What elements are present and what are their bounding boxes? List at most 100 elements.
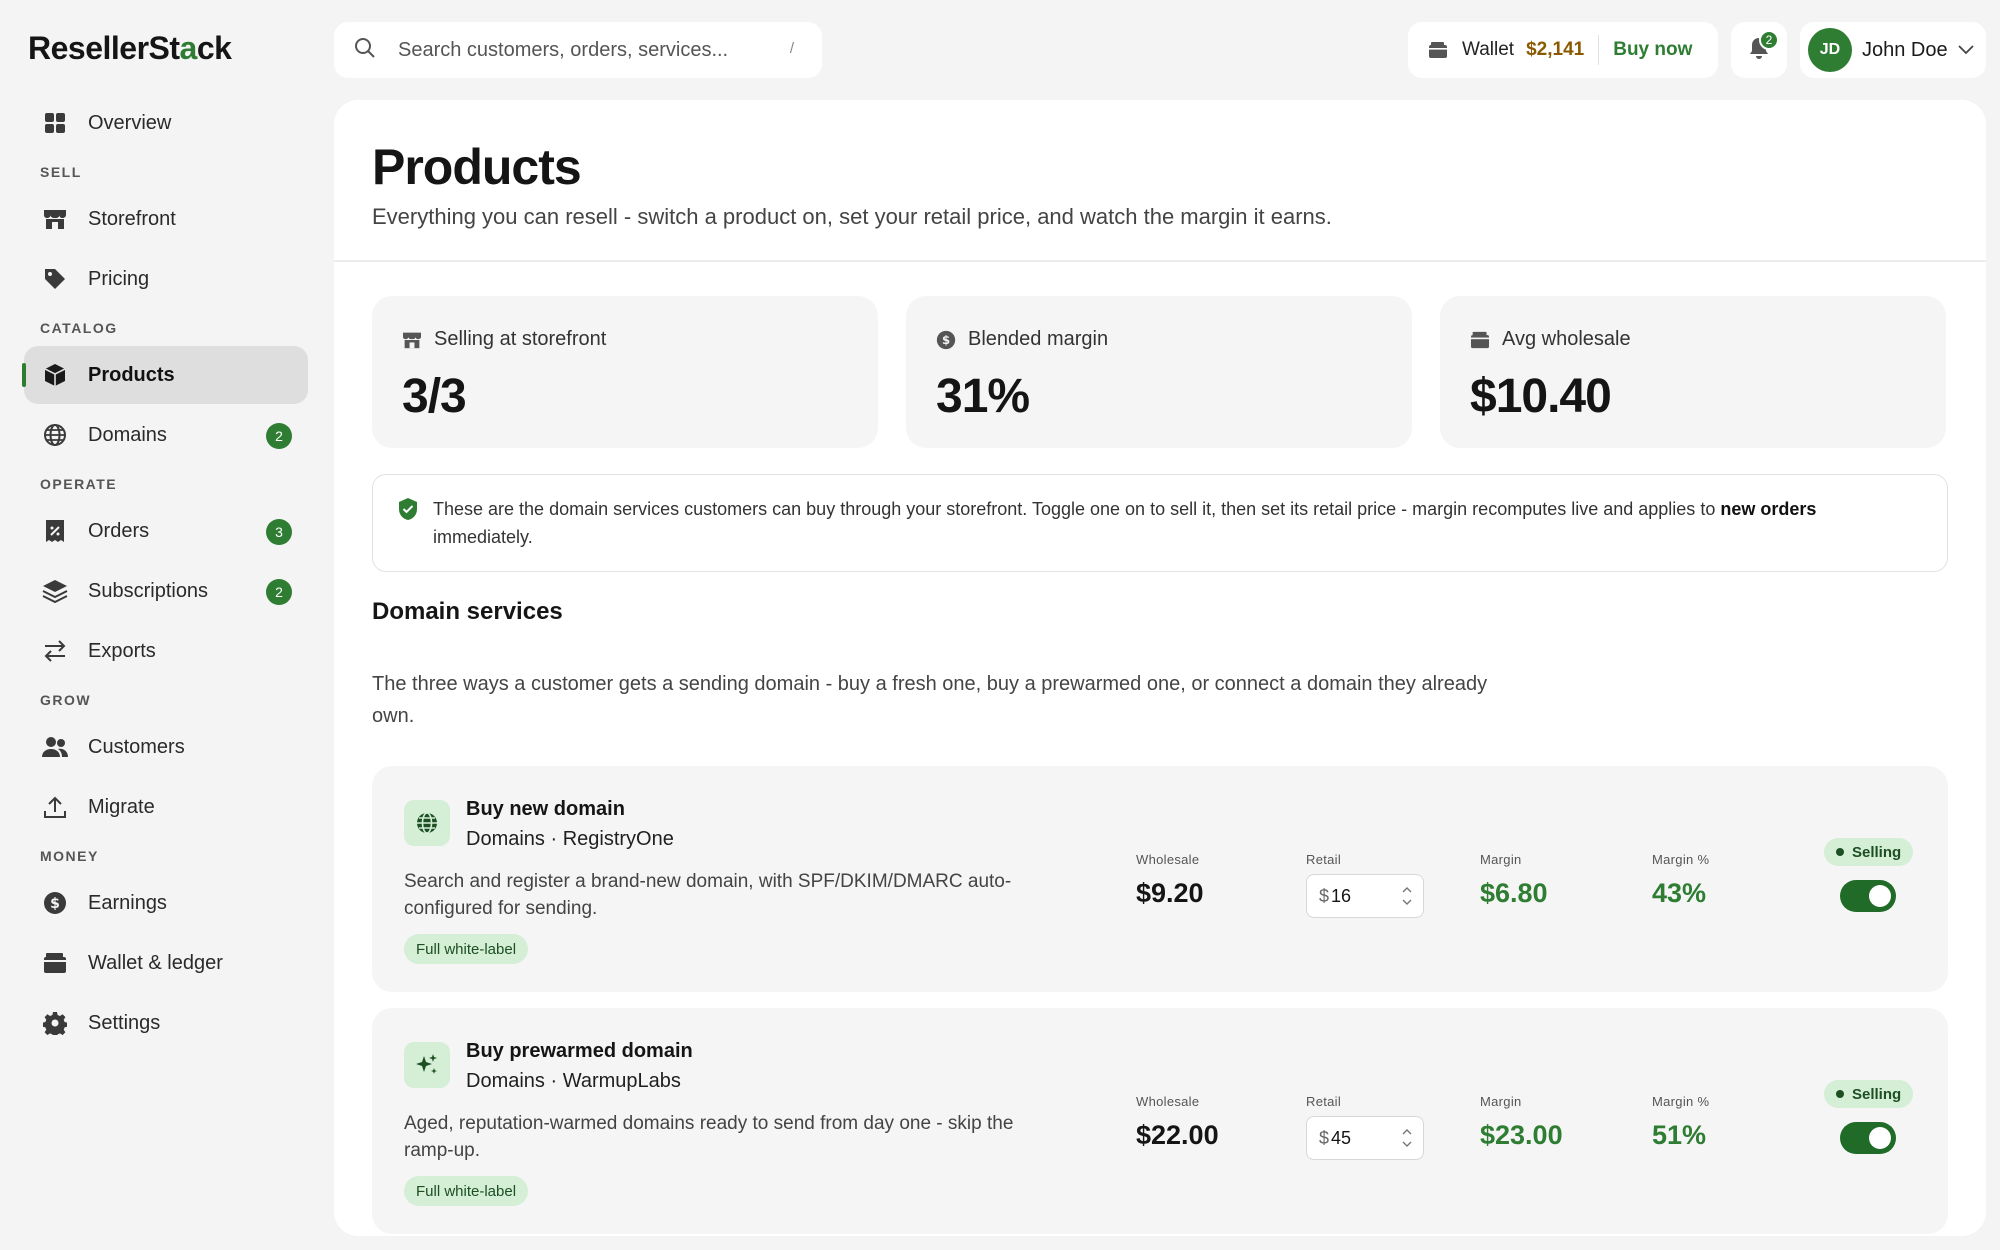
retail-price-input[interactable]: $ 45 [1306,1116,1424,1160]
sidebar-item-customers[interactable]: Customers [24,718,308,776]
wholesale-value: $22.00 [1136,1120,1219,1150]
product-description: Aged, reputation-warmed domains ready to… [404,1113,1014,1161]
sidebar-item-subscriptions[interactable]: Subscriptions 2 [24,562,308,620]
sidebar-item-label: Pricing [88,267,150,290]
wallet-label: Wallet [1462,39,1515,60]
user-name: John Doe [1862,38,1948,61]
sidebar-item-label: Customers [88,735,185,758]
users-icon [42,734,68,760]
stat-label: Blended margin [968,328,1109,350]
buy-now-button[interactable]: Buy now [1613,39,1692,61]
product-description: Search and register a brand-new domain, … [404,871,1012,919]
product-name: Buy new domain [466,798,625,820]
stepper-arrows-icon[interactable] [1401,883,1413,909]
sidebar-item-label: Earnings [88,891,167,914]
stat-card-margin: $ Blended margin 31% [906,296,1412,448]
page-title: Products [372,139,582,195]
notification-count-badge: 2 [1759,30,1779,50]
globe-icon [404,800,450,846]
margin-label: Margin [1480,1094,1522,1109]
nav-section-grow: GROW [40,692,92,708]
section-description: The three ways a customer gets a sending… [372,673,1488,727]
sidebar-item-exports[interactable]: Exports [24,622,308,680]
wholesale-value: $9.20 [1136,878,1204,908]
sidebar-item-settings[interactable]: Settings [24,994,308,1052]
nav-section-money: MONEY [40,848,99,864]
store-icon [402,331,422,349]
stepper-arrows-icon[interactable] [1401,1125,1413,1151]
wallet-icon [42,950,68,976]
sidebar-item-orders[interactable]: Orders 3 [24,502,308,560]
product-name: Buy prewarmed domain [466,1040,693,1062]
notifications-button[interactable]: 2 [1731,22,1787,78]
white-label-tag: Full white-label [404,1176,529,1206]
shield-check-icon [397,497,419,529]
retail-value: 45 [1331,1127,1352,1148]
sidebar-item-label: Orders [88,519,150,542]
page-subtitle: Everything you can resell - switch a pro… [372,204,1332,229]
product-card: Buy new domain Domains · RegistryOne Sea… [372,766,1948,992]
sidebar-item-domains[interactable]: Domains 2 [24,406,308,464]
stat-value: $10.40 [1470,370,1612,423]
nav-section-catalog: CATALOG [40,320,118,336]
sparkles-icon [404,1042,450,1088]
count-badge: 2 [266,579,292,605]
retail-price-input[interactable]: $ 16 [1306,874,1424,918]
sidebar-item-label: Storefront [88,207,176,230]
nav-section-sell: SELL [40,164,82,180]
stat-value: 3/3 [402,370,467,423]
box-icon [42,362,68,388]
wallet-divider [1598,35,1600,65]
sidebar-nav: Overview SELL Storefront Pricing CATALOG… [22,94,308,1054]
selling-toggle[interactable] [1840,880,1896,912]
sidebar-item-pricing[interactable]: Pricing [24,250,308,308]
search-input[interactable] [398,38,758,62]
receipt-icon [42,518,68,544]
header-divider [334,260,1986,262]
main-panel: Products Everything you can resell - swi… [334,100,1986,1236]
white-label-tag: Full white-label [404,934,529,964]
product-meta: Domains · RegistryOne [466,828,674,850]
margin-value: $23.00 [1480,1120,1563,1150]
sidebar-item-label: Domains [88,423,167,446]
user-menu[interactable]: JD John Doe [1800,22,1986,78]
tag-icon [42,266,68,292]
grid-icon [42,110,68,136]
margin-label: Margin [1480,852,1522,867]
sidebar-item-label: Migrate [88,795,155,818]
status-dot [1836,1090,1844,1098]
dollar-circle-icon: $ [936,330,956,350]
currency-symbol: $ [1319,1127,1330,1148]
sidebar: ResellerStack Overview SELL Storefront P… [0,0,330,1250]
wallet-widget: Wallet $2,141 Buy now [1408,22,1718,78]
retail-value: 16 [1331,885,1352,906]
svg-text:$: $ [942,333,950,347]
product-meta: Domains · WarmupLabs [466,1070,681,1092]
upload-icon [42,794,68,820]
sidebar-item-label: Subscriptions [88,579,209,602]
sidebar-item-products[interactable]: Products [22,346,308,404]
stat-card-wholesale: Avg wholesale $10.40 [1440,296,1946,448]
brand-logo[interactable]: ResellerStack [28,30,232,67]
sidebar-item-earnings[interactable]: $ Earnings [24,874,308,932]
retail-label: Retail [1306,1094,1342,1109]
avatar: JD [1808,28,1852,72]
wallet-balance: $2,141 [1526,39,1585,60]
stat-label: Avg wholesale [1502,328,1631,350]
sidebar-item-label: Wallet & ledger [88,951,223,974]
retail-label: Retail [1306,852,1342,867]
sidebar-item-migrate[interactable]: Migrate [24,778,308,836]
sidebar-item-wallet-ledger[interactable]: Wallet & ledger [24,934,308,992]
search-icon [354,37,376,64]
sidebar-item-overview[interactable]: Overview [24,94,308,152]
search-bar[interactable]: / [334,22,822,78]
selling-toggle[interactable] [1840,1122,1896,1154]
currency-symbol: $ [1319,885,1330,906]
info-text: These are the domain services customers … [433,499,1721,519]
layers-icon [42,578,68,604]
info-bold: new orders [1720,499,1817,519]
margin-pct-value: 51% [1652,1120,1707,1150]
toggle-knob [1869,1127,1891,1149]
sidebar-item-storefront[interactable]: Storefront [24,190,308,248]
section-title: Domain services [372,598,563,625]
